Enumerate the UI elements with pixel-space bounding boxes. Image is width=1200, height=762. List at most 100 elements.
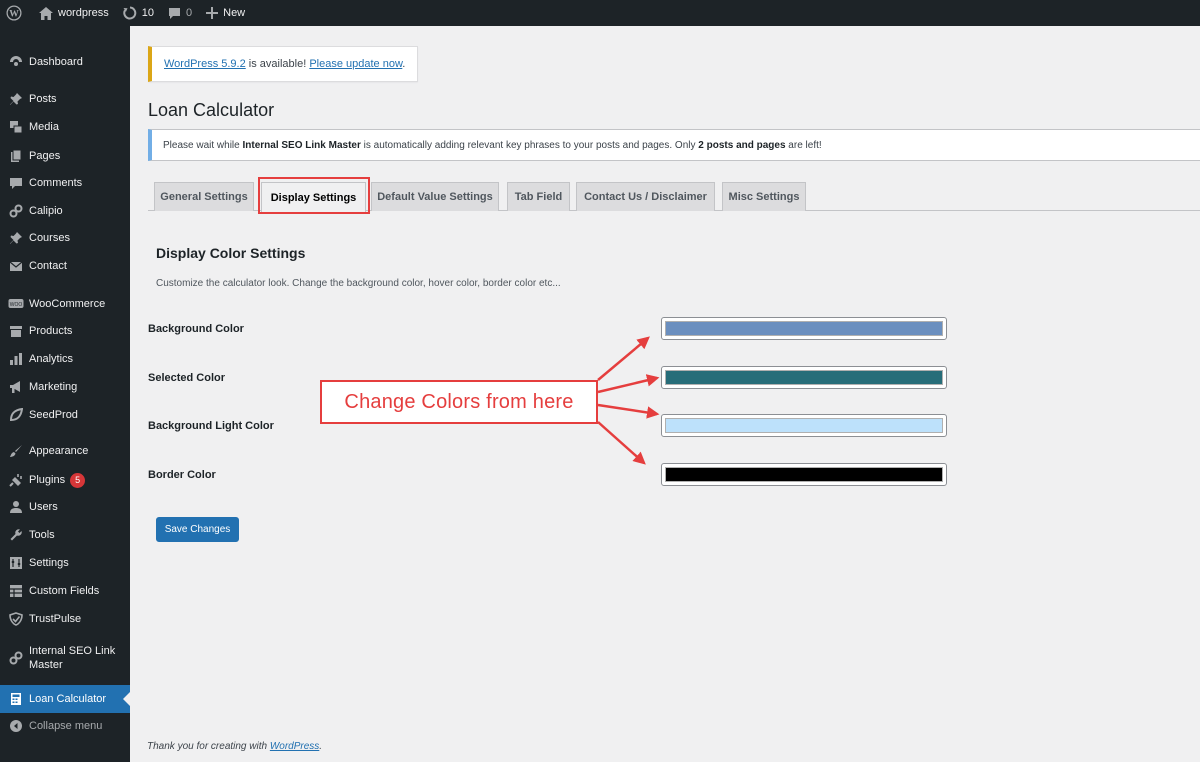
sidebar-item-label: Users bbox=[29, 501, 58, 513]
sidebar-item-label: Tools bbox=[29, 529, 55, 541]
dashboard-icon bbox=[8, 54, 24, 70]
section-title: Display Color Settings bbox=[156, 245, 306, 261]
seo-info-text: Please wait while Internal SEO Link Mast… bbox=[163, 139, 822, 151]
background-color-label: Background Color bbox=[148, 323, 244, 335]
save-changes-button[interactable]: Save Changes bbox=[156, 517, 239, 542]
sidebar-item-tools[interactable]: Tools bbox=[0, 522, 130, 548]
sidebar-item-label: Collapse menu bbox=[29, 720, 103, 732]
tab-general-settings[interactable]: General Settings bbox=[154, 182, 254, 211]
sidebar-item-loan-calculator[interactable]: Loan Calculator bbox=[0, 685, 130, 713]
link-icon bbox=[8, 650, 24, 666]
tab-display-settings[interactable]: Display Settings bbox=[261, 182, 366, 212]
sidebar-item-calipio[interactable]: Calipio bbox=[0, 198, 130, 224]
background-color-picker[interactable] bbox=[661, 317, 947, 340]
plus-icon bbox=[206, 7, 219, 19]
sidebar-item-label: Comments bbox=[29, 177, 83, 189]
sidebar-item-label: Products bbox=[29, 325, 73, 337]
plug-icon bbox=[8, 472, 24, 488]
brush-icon bbox=[8, 443, 24, 459]
sidebar-item-label: Plugins bbox=[29, 474, 66, 486]
tab-contact-disclaimer[interactable]: Contact Us / Disclaimer bbox=[576, 182, 715, 211]
sidebar-item-seedprod[interactable]: SeedProd bbox=[0, 402, 130, 428]
border-color-swatch bbox=[665, 467, 943, 482]
sidebar-item-appearance[interactable]: Appearance bbox=[0, 438, 130, 464]
bar-chart-icon bbox=[8, 351, 24, 367]
arrow-to-border-color bbox=[597, 421, 646, 465]
updates-menu[interactable]: 10 bbox=[116, 0, 161, 26]
background-color-swatch bbox=[665, 321, 943, 336]
sidebar-item-label: Loan Calculator bbox=[29, 693, 107, 705]
sidebar-item-label: Pages bbox=[29, 150, 61, 162]
update-notice: WordPress 5.9.2 is available! Please upd… bbox=[148, 46, 418, 82]
wrench-icon bbox=[8, 527, 24, 543]
link-icon bbox=[8, 203, 24, 219]
sidebar-item-courses[interactable]: Courses bbox=[0, 225, 130, 251]
update-now-link[interactable]: Please update now bbox=[309, 58, 402, 70]
comment-icon bbox=[169, 7, 180, 19]
home-icon bbox=[39, 6, 53, 20]
sidebar-item-marketing[interactable]: Marketing bbox=[0, 374, 130, 400]
megaphone-icon bbox=[8, 379, 24, 395]
woo-icon: WOO bbox=[8, 296, 24, 312]
sidebar-item-label: Analytics bbox=[29, 353, 74, 365]
sidebar-item-custom-fields[interactable]: Custom Fields bbox=[0, 578, 130, 604]
background-light-color-swatch bbox=[665, 418, 943, 433]
sidebar-item-woocommerce[interactable]: WOO WooCommerce bbox=[0, 290, 130, 318]
sidebar-item-label: Contact bbox=[29, 260, 67, 272]
sidebar-item-label: WooCommerce bbox=[29, 298, 106, 310]
plugins-update-badge: 5 bbox=[70, 472, 86, 488]
sidebar-item-products[interactable]: Products bbox=[0, 318, 130, 344]
pin-icon bbox=[8, 230, 24, 246]
update-notice-text: WordPress 5.9.2 is available! Please upd… bbox=[164, 58, 406, 70]
settings-tabs: General Settings Display Settings Defaul… bbox=[148, 182, 1200, 212]
tab-default-value-settings[interactable]: Default Value Settings bbox=[371, 182, 499, 211]
sidebar-item-label: Internal SEO Link Master bbox=[29, 645, 116, 671]
sidebar-item-label: Settings bbox=[29, 557, 69, 569]
tab-tab-field[interactable]: Tab Field bbox=[507, 182, 570, 211]
sidebar-item-analytics[interactable]: Analytics bbox=[0, 346, 130, 372]
wordpress-version-link[interactable]: WordPress 5.9.2 bbox=[164, 58, 246, 70]
sidebar-item-posts[interactable]: Posts bbox=[0, 86, 130, 112]
collapse-icon bbox=[8, 718, 24, 734]
sidebar-item-plugins[interactable]: Plugins 5 bbox=[0, 467, 130, 493]
selected-color-picker[interactable] bbox=[661, 366, 947, 389]
user-icon bbox=[8, 499, 24, 515]
selected-color-swatch bbox=[665, 370, 943, 385]
sidebar-item-label: Marketing bbox=[29, 381, 78, 393]
wordpress-logo-menu[interactable]: W bbox=[0, 0, 29, 26]
grid-icon bbox=[8, 583, 24, 599]
settings-icon bbox=[8, 555, 24, 571]
tab-misc-settings[interactable]: Misc Settings bbox=[722, 182, 806, 211]
sidebar-item-comments[interactable]: Comments bbox=[0, 170, 130, 196]
selected-color-label: Selected Color bbox=[148, 372, 226, 384]
sidebar-item-label: Courses bbox=[29, 232, 70, 244]
sidebar-item-internal-seo-link-master[interactable]: Internal SEO Link Master bbox=[0, 641, 130, 675]
sidebar-item-dashboard[interactable]: Dashboard bbox=[0, 49, 130, 75]
sidebar-item-label: Dashboard bbox=[29, 56, 83, 68]
wordpress-footer-link[interactable]: WordPress bbox=[270, 741, 319, 752]
new-content-menu[interactable]: New bbox=[199, 0, 252, 26]
shield-icon bbox=[8, 611, 24, 627]
border-color-picker[interactable] bbox=[661, 463, 947, 486]
media-icon bbox=[8, 119, 24, 135]
sidebar-item-label: Calipio bbox=[29, 205, 63, 217]
background-light-color-picker[interactable] bbox=[661, 414, 947, 437]
pin-icon bbox=[8, 91, 24, 107]
sidebar-item-users[interactable]: Users bbox=[0, 494, 130, 520]
arrow-to-selected-color bbox=[597, 374, 660, 394]
sidebar-item-media[interactable]: Media bbox=[0, 114, 130, 140]
change-colors-callout: Change Colors from here bbox=[320, 380, 598, 424]
border-color-label: Border Color bbox=[148, 469, 216, 481]
comments-menu[interactable]: 0 bbox=[161, 0, 199, 26]
sidebar-item-trustpulse[interactable]: TrustPulse bbox=[0, 606, 130, 632]
arrow-to-background-color bbox=[597, 336, 650, 381]
site-name-menu[interactable]: wordpress bbox=[29, 0, 116, 26]
main-content: WordPress 5.9.2 is available! Please upd… bbox=[130, 26, 1200, 762]
wordpress-logo-icon: W bbox=[6, 5, 22, 21]
sidebar-item-pages[interactable]: Pages bbox=[0, 143, 130, 169]
sidebar-item-settings[interactable]: Settings bbox=[0, 550, 130, 576]
comment-icon bbox=[8, 175, 24, 191]
sidebar-item-contact[interactable]: Contact bbox=[0, 253, 130, 279]
collapse-menu-button[interactable]: Collapse menu bbox=[0, 713, 130, 739]
new-label: New bbox=[223, 7, 246, 19]
